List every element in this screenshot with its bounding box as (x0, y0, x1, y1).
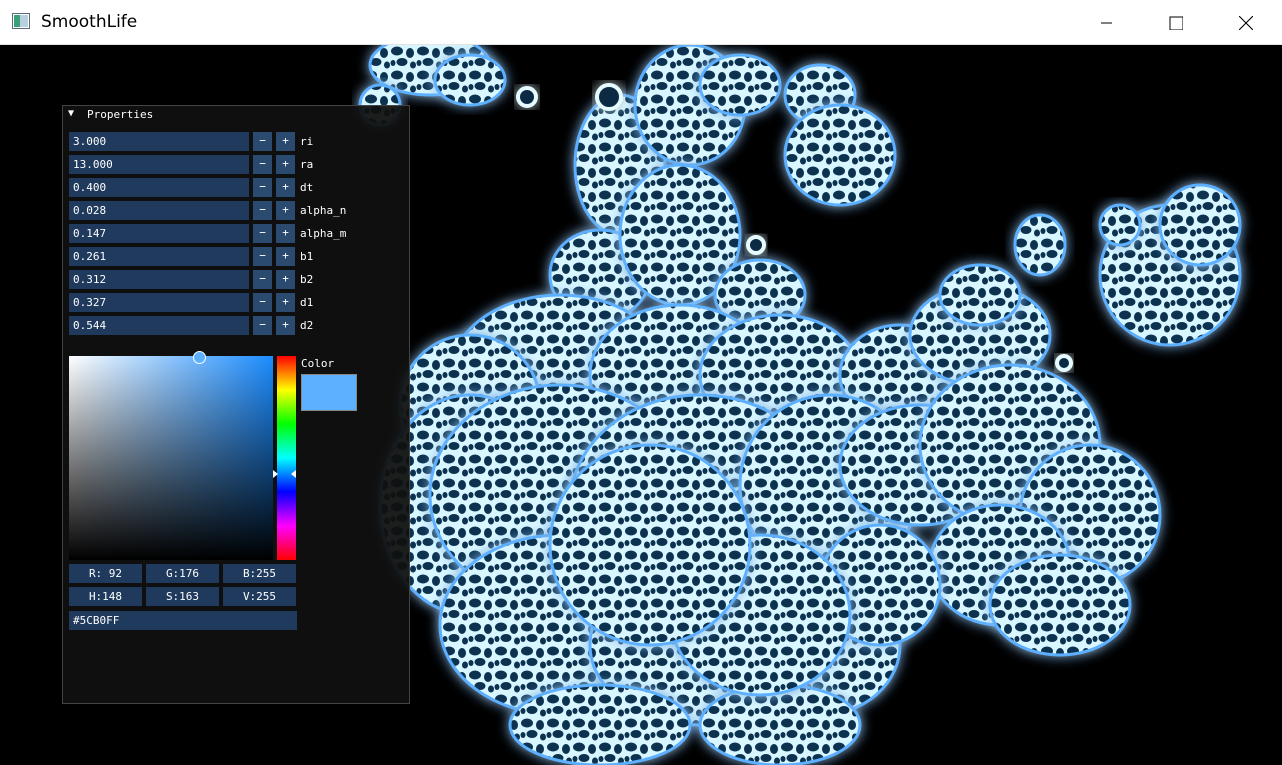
property-label: ri (300, 135, 314, 148)
property-row-alpha_m: 0.147− + alpha_m (69, 224, 399, 243)
decrement-button[interactable]: − (253, 132, 272, 151)
property-input-d2[interactable]: 0.544 (69, 316, 249, 335)
properties-panel: ▼ Properties 3.000− + ri 13.000− + ra 0.400− + d… (62, 105, 410, 704)
property-label: dt (300, 181, 314, 194)
increment-button[interactable]: + (276, 293, 295, 312)
decrement-button[interactable]: − (253, 155, 272, 174)
cell-ring (516, 86, 538, 108)
property-row-dt: 0.400− + dt (69, 178, 399, 197)
close-icon (1239, 15, 1253, 30)
hue-field[interactable]: H:148 (69, 587, 142, 606)
property-row-d1: 0.327− + d1 (69, 293, 399, 312)
decrement-button[interactable]: − (253, 247, 272, 266)
hex-color-field[interactable]: #5CB0FF (69, 611, 297, 630)
cell-field (358, 45, 1242, 765)
cell-blob (938, 263, 1022, 327)
collapse-arrow-icon[interactable]: ▼ (68, 108, 74, 119)
increment-button[interactable]: + (276, 316, 295, 335)
minimize-icon (1101, 22, 1112, 23)
saturation-value-picker[interactable] (69, 356, 273, 560)
cell-blob (698, 683, 862, 765)
hue-slider[interactable] (277, 356, 296, 560)
saturation-field[interactable]: S:163 (146, 587, 219, 606)
value-field[interactable]: V:255 (223, 587, 296, 606)
decrement-button[interactable]: − (253, 270, 272, 289)
increment-button[interactable]: + (276, 155, 295, 174)
cell-blob (508, 683, 692, 765)
cell-blob (783, 103, 897, 207)
cell-blob (1158, 183, 1242, 267)
title-bar: SmoothLife (0, 0, 1282, 45)
cell-blob (548, 443, 752, 647)
property-input-b2[interactable]: 0.312 (69, 270, 249, 289)
decrement-button[interactable]: − (253, 201, 272, 220)
decrement-button[interactable]: − (253, 316, 272, 335)
green-field[interactable]: G:176 (146, 564, 219, 583)
hue-marker-right-icon (291, 470, 296, 478)
cell-ring (595, 83, 623, 111)
increment-button[interactable]: + (276, 224, 295, 243)
decrement-button[interactable]: − (253, 293, 272, 312)
close-button[interactable] (1211, 0, 1281, 45)
property-row-ra: 13.000− + ra (69, 155, 399, 174)
property-input-ri[interactable]: 3.000 (69, 132, 249, 151)
app-icon (12, 13, 30, 29)
property-label: d1 (300, 296, 314, 309)
property-label: b2 (300, 273, 314, 286)
property-input-ra[interactable]: 13.000 (69, 155, 249, 174)
maximize-icon (1169, 16, 1183, 30)
property-input-d1[interactable]: 0.327 (69, 293, 249, 312)
panel-title: Properties (87, 108, 154, 121)
panel-header[interactable]: ▼ Properties (63, 106, 409, 124)
property-row-b1: 0.261− + b1 (69, 247, 399, 266)
property-input-alpha_m[interactable]: 0.147 (69, 224, 249, 243)
decrement-button[interactable]: − (253, 178, 272, 197)
increment-button[interactable]: + (276, 178, 295, 197)
property-input-b1[interactable]: 0.261 (69, 247, 249, 266)
sv-picker-handle[interactable] (193, 351, 206, 364)
cell-blob (1013, 213, 1067, 277)
hue-marker-left-icon (273, 470, 278, 478)
property-input-alpha_n[interactable]: 0.028 (69, 201, 249, 220)
property-label: ra (300, 158, 314, 171)
cell-ring (1055, 354, 1073, 372)
property-row-alpha_n: 0.028− + alpha_n (69, 201, 399, 220)
cell-ring (746, 235, 766, 255)
red-field[interactable]: R: 92 (69, 564, 142, 583)
increment-button[interactable]: + (276, 132, 295, 151)
blue-field[interactable]: B:255 (223, 564, 296, 583)
property-row-d2: 0.544− + d2 (69, 316, 399, 335)
property-row-b2: 0.312− + b2 (69, 270, 399, 289)
cell-blob (698, 53, 782, 117)
maximize-button[interactable] (1141, 0, 1211, 45)
property-input-dt[interactable]: 0.400 (69, 178, 249, 197)
property-label: d2 (300, 319, 314, 332)
property-label: alpha_m (300, 227, 347, 240)
cell-blob (433, 53, 507, 107)
color-label: Color (301, 357, 335, 370)
color-swatch[interactable] (301, 374, 357, 411)
minimize-button[interactable] (1071, 0, 1141, 45)
property-row-ri: 3.000− + ri (69, 132, 399, 151)
cell-blob (988, 553, 1132, 657)
window-title: SmoothLife (41, 12, 138, 32)
cell-blob (1098, 203, 1142, 247)
increment-button[interactable]: + (276, 247, 295, 266)
increment-button[interactable]: + (276, 201, 295, 220)
increment-button[interactable]: + (276, 270, 295, 289)
decrement-button[interactable]: − (253, 224, 272, 243)
property-label: b1 (300, 250, 314, 263)
property-label: alpha_n (300, 204, 347, 217)
